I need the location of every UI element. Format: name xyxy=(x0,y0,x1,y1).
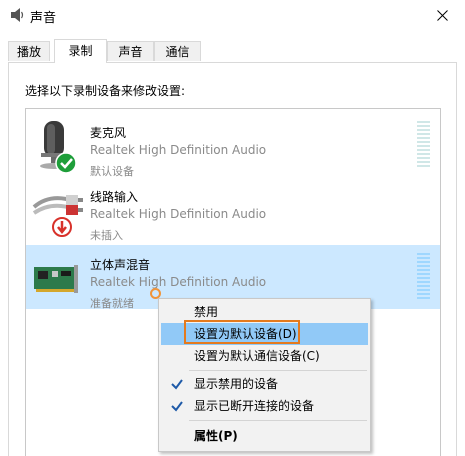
annotation-highlight xyxy=(184,320,300,344)
device-driver: Realtek High Definition Audio xyxy=(90,143,267,157)
device-status: 未插入 xyxy=(90,229,123,242)
close-icon xyxy=(436,10,448,21)
level-meter xyxy=(417,121,430,169)
device-driver: Realtek High Definition Audio xyxy=(90,207,267,221)
window-title: 声音 xyxy=(30,11,57,26)
menu-separator xyxy=(189,370,367,371)
menu-item-properties[interactable]: 属性(P) xyxy=(161,425,368,447)
default-check-badge-icon xyxy=(55,152,77,174)
menu-item-show-disabled[interactable]: 显示禁用的设备 xyxy=(161,373,368,395)
speaker-icon xyxy=(11,8,24,22)
menu-separator xyxy=(189,420,367,421)
menu-item-set-default-comm-device[interactable]: 设置为默认通信设备(C) xyxy=(161,345,368,367)
title-bar: 声音 xyxy=(0,0,465,31)
device-name: 线路输入 xyxy=(90,190,139,204)
instruction-text: 选择以下录制设备来修改设置: xyxy=(25,84,186,98)
line-in-cable-icon xyxy=(32,195,83,237)
device-status: 准备就绪 xyxy=(90,297,134,310)
menu-item-show-disconnected[interactable]: 显示已断开连接的设备 xyxy=(161,395,368,417)
device-name: 立体声混音 xyxy=(90,258,151,272)
microphone-icon xyxy=(40,121,77,174)
tab-playback[interactable]: 播放 xyxy=(8,41,50,61)
tab-sounds[interactable]: 声音 xyxy=(107,41,154,61)
device-item-line-in[interactable]: 线路输入 Realtek High Definition Audio 未插入 xyxy=(26,177,440,242)
tab-recording[interactable]: 录制 xyxy=(54,39,107,63)
sound-card-icon xyxy=(34,265,78,293)
checkmark-icon xyxy=(171,379,183,390)
close-button[interactable] xyxy=(419,0,465,31)
tab-communications[interactable]: 通信 xyxy=(154,41,201,61)
device-name: 麦克风 xyxy=(90,126,127,140)
level-meter xyxy=(417,253,430,301)
device-driver: Realtek High Definition Audio xyxy=(90,275,267,289)
device-item-microphone[interactable]: 麦克风 Realtek High Definition Audio 默认设备 xyxy=(26,113,440,178)
checkmark-icon xyxy=(171,401,183,412)
